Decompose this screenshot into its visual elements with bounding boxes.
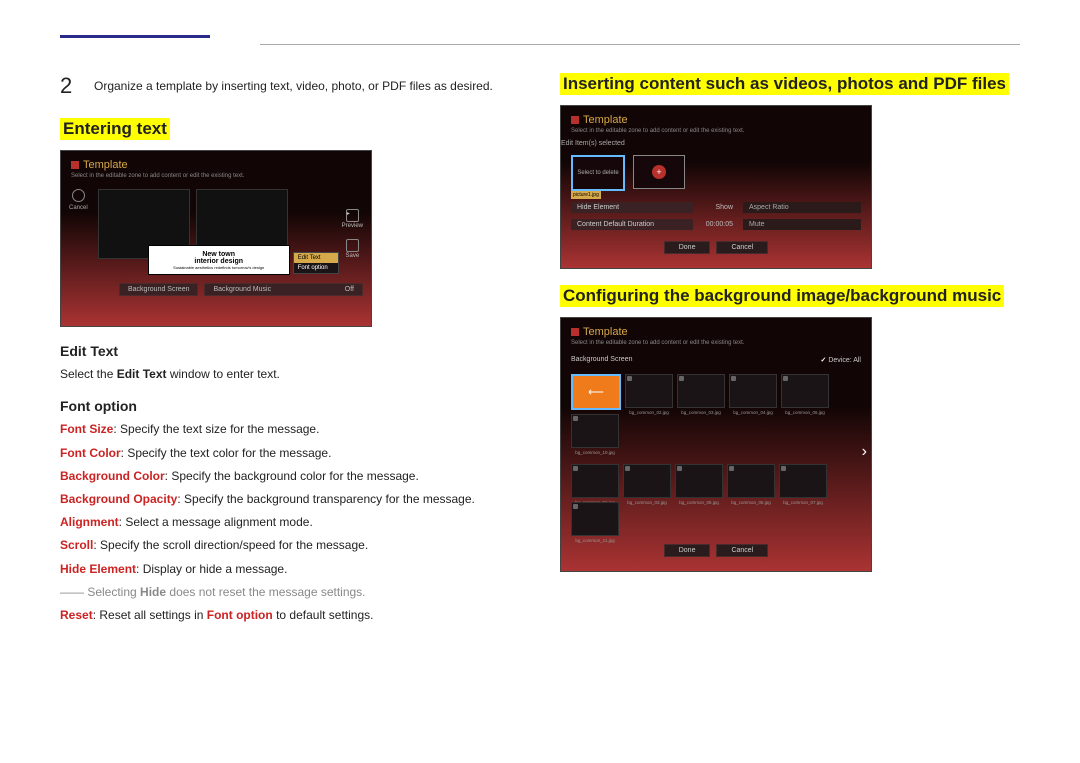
template-subtitle: Select in the editable zone to add conte… — [561, 128, 871, 140]
heading-configuring: Configuring the background image/backgro… — [560, 285, 1020, 307]
opt-bg-opacity: Background Opacity: Specify the backgrou… — [60, 490, 520, 509]
prop-hide-value: Show — [699, 204, 737, 211]
opt-bg-color: Background Color: Specify the background… — [60, 467, 520, 486]
thumbnail[interactable]: bg_common_11.jpg — [571, 502, 619, 536]
chevron-right-icon[interactable]: › — [862, 443, 867, 461]
cancel-button[interactable]: Cancel — [716, 241, 768, 254]
thumbnail[interactable]: bg_common_07.jpg — [779, 464, 827, 498]
screenshot-template-edit-text: Template Select in the editable zone to … — [60, 150, 372, 327]
opt-font-size: Font Size: Specify the text size for the… — [60, 420, 520, 439]
cancel-button[interactable]: Cancel — [716, 544, 768, 557]
prop-hide-element[interactable]: Hide Element — [571, 202, 693, 213]
horizontal-rule — [260, 44, 1020, 45]
opt-scroll: Scroll: Specify the scroll direction/spe… — [60, 536, 520, 555]
content-slot-selected[interactable]: Select to delete — [571, 155, 625, 191]
prop-cdd-value: 00:00:05 — [699, 221, 737, 228]
edit-text-desc: Select the Edit Text window to enter tex… — [60, 365, 520, 384]
thumbnail[interactable]: bg_common_05.jpg — [675, 464, 723, 498]
section-accent — [60, 35, 210, 38]
prop-mute[interactable]: Mute — [743, 219, 861, 230]
cancel-label: Cancel — [69, 205, 88, 211]
opt-font-color: Font Color: Specify the text color for t… — [60, 444, 520, 463]
template-app-icon — [71, 161, 79, 169]
heading-font-option: Font option — [60, 398, 520, 414]
thumbnail[interactable]: bg_common_04.jpg — [729, 374, 777, 408]
edit-label[interactable]: Edit — [561, 140, 573, 147]
step-text: Organize a template by inserting text, v… — [94, 77, 493, 96]
menu-font-option[interactable]: Font option — [294, 263, 338, 273]
thumbnail[interactable]: bg_common_05.jpg — [727, 464, 775, 498]
prop-aspect-ratio[interactable]: Aspect Ratio — [743, 202, 861, 213]
template-app-icon — [571, 116, 579, 124]
template-subtitle: Select in the editable zone to add conte… — [561, 340, 871, 352]
heading-entering-text: Entering text — [60, 118, 520, 140]
hide-note: ―― Selecting Hide does not reset the mes… — [60, 583, 520, 602]
slot-filename: picture1.jpg — [571, 191, 601, 199]
content-slot-add[interactable]: + — [633, 155, 685, 189]
cancel-icon[interactable] — [72, 189, 85, 202]
folder-back-icon: ⟵ — [588, 386, 604, 399]
preview-icon[interactable]: ▸ — [346, 209, 359, 222]
opt-alignment: Alignment: Select a message alignment mo… — [60, 513, 520, 532]
thumbnail[interactable]: bg_common_06.jpg — [781, 374, 829, 408]
items-selected: Item(s) selected — [575, 140, 625, 147]
device-label[interactable]: ✓ Device: All — [820, 356, 861, 364]
thumbnail-grid: ⟵ bg_common_02.jpg bg_common_03.jpg bg_c… — [561, 368, 871, 536]
text-entry-box[interactable]: New town interior design Sustainable aes… — [149, 246, 289, 274]
step-2: 2 Organize a template by inserting text,… — [60, 73, 520, 100]
thumbnail[interactable]: bg_common_01.jpg — [571, 464, 619, 498]
thumbnail[interactable]: bg_common_10.jpg — [571, 414, 619, 448]
folder-up[interactable]: ⟵ — [571, 374, 621, 410]
opt-hide: Hide Element: Display or hide a message. — [60, 560, 520, 579]
screenshot-template-background: Template Select in the editable zone to … — [560, 317, 872, 572]
prop-cdd[interactable]: Content Default Duration — [571, 219, 693, 230]
template-title: Template — [583, 114, 628, 126]
done-button[interactable]: Done — [664, 544, 711, 557]
menu-edit-text[interactable]: Edit Text — [294, 253, 338, 263]
content-zone-2[interactable]: New town interior design Sustainable aes… — [196, 189, 288, 259]
opt-reset: Reset: Reset all settings in Font option… — [60, 606, 520, 625]
bg-screen-button[interactable]: Background Screen — [119, 283, 198, 296]
save-icon[interactable] — [346, 239, 359, 252]
heading-edit-text: Edit Text — [60, 343, 520, 359]
step-number: 2 — [60, 73, 78, 99]
thumbnail[interactable]: bg_common_03.jpg — [623, 464, 671, 498]
bg-screen-label: Background Screen — [571, 356, 632, 364]
template-title: Template — [583, 326, 628, 338]
add-icon[interactable]: + — [652, 165, 666, 179]
done-button[interactable]: Done — [664, 241, 711, 254]
context-menu: Edit Text Font option — [293, 252, 339, 274]
thumbnail[interactable]: bg_common_03.jpg — [677, 374, 725, 408]
bg-music-button[interactable]: Background MusicOff — [204, 283, 363, 296]
template-title: Template — [83, 159, 128, 171]
thumbnail[interactable]: bg_common_02.jpg — [625, 374, 673, 408]
template-subtitle: Select in the editable zone to add conte… — [61, 173, 371, 185]
template-app-icon — [571, 328, 579, 336]
heading-inserting: Inserting content such as videos, photos… — [560, 73, 1020, 95]
screenshot-template-insert-content: Template Select in the editable zone to … — [560, 105, 872, 269]
